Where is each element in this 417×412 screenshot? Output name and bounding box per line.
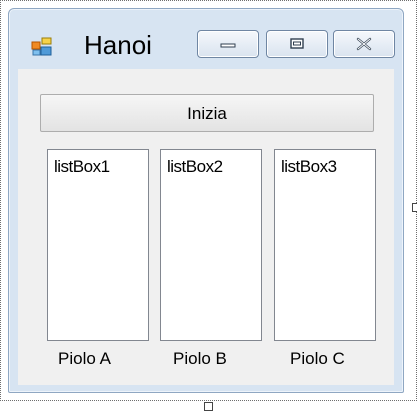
maximize-icon [290, 38, 304, 49]
title-bar[interactable]: Hanoi [9, 9, 403, 69]
peg-label-c: Piolo C [290, 349, 345, 368]
listbox-item[interactable]: listBox3 [281, 157, 337, 176]
close-button[interactable] [333, 30, 395, 58]
start-button[interactable]: Inizia [40, 94, 374, 132]
close-icon [356, 37, 372, 51]
minimize-icon [220, 43, 236, 48]
listbox-item[interactable]: listBox1 [54, 157, 110, 176]
windows-form-icon [31, 37, 52, 56]
listbox-3[interactable]: listBox3 [274, 149, 376, 341]
window-title: Hanoi [84, 30, 152, 60]
resize-handle-right[interactable] [412, 203, 417, 212]
peg-label-a: Piolo A [58, 349, 111, 368]
minimize-button[interactable] [197, 30, 259, 58]
listbox-item[interactable]: listBox2 [167, 157, 223, 176]
resize-handle-bottom[interactable] [204, 402, 213, 411]
maximize-button[interactable] [266, 30, 328, 58]
listbox-1[interactable]: listBox1 [47, 149, 149, 341]
listbox-2[interactable]: listBox2 [160, 149, 262, 341]
peg-label-b: Piolo B [173, 349, 227, 368]
